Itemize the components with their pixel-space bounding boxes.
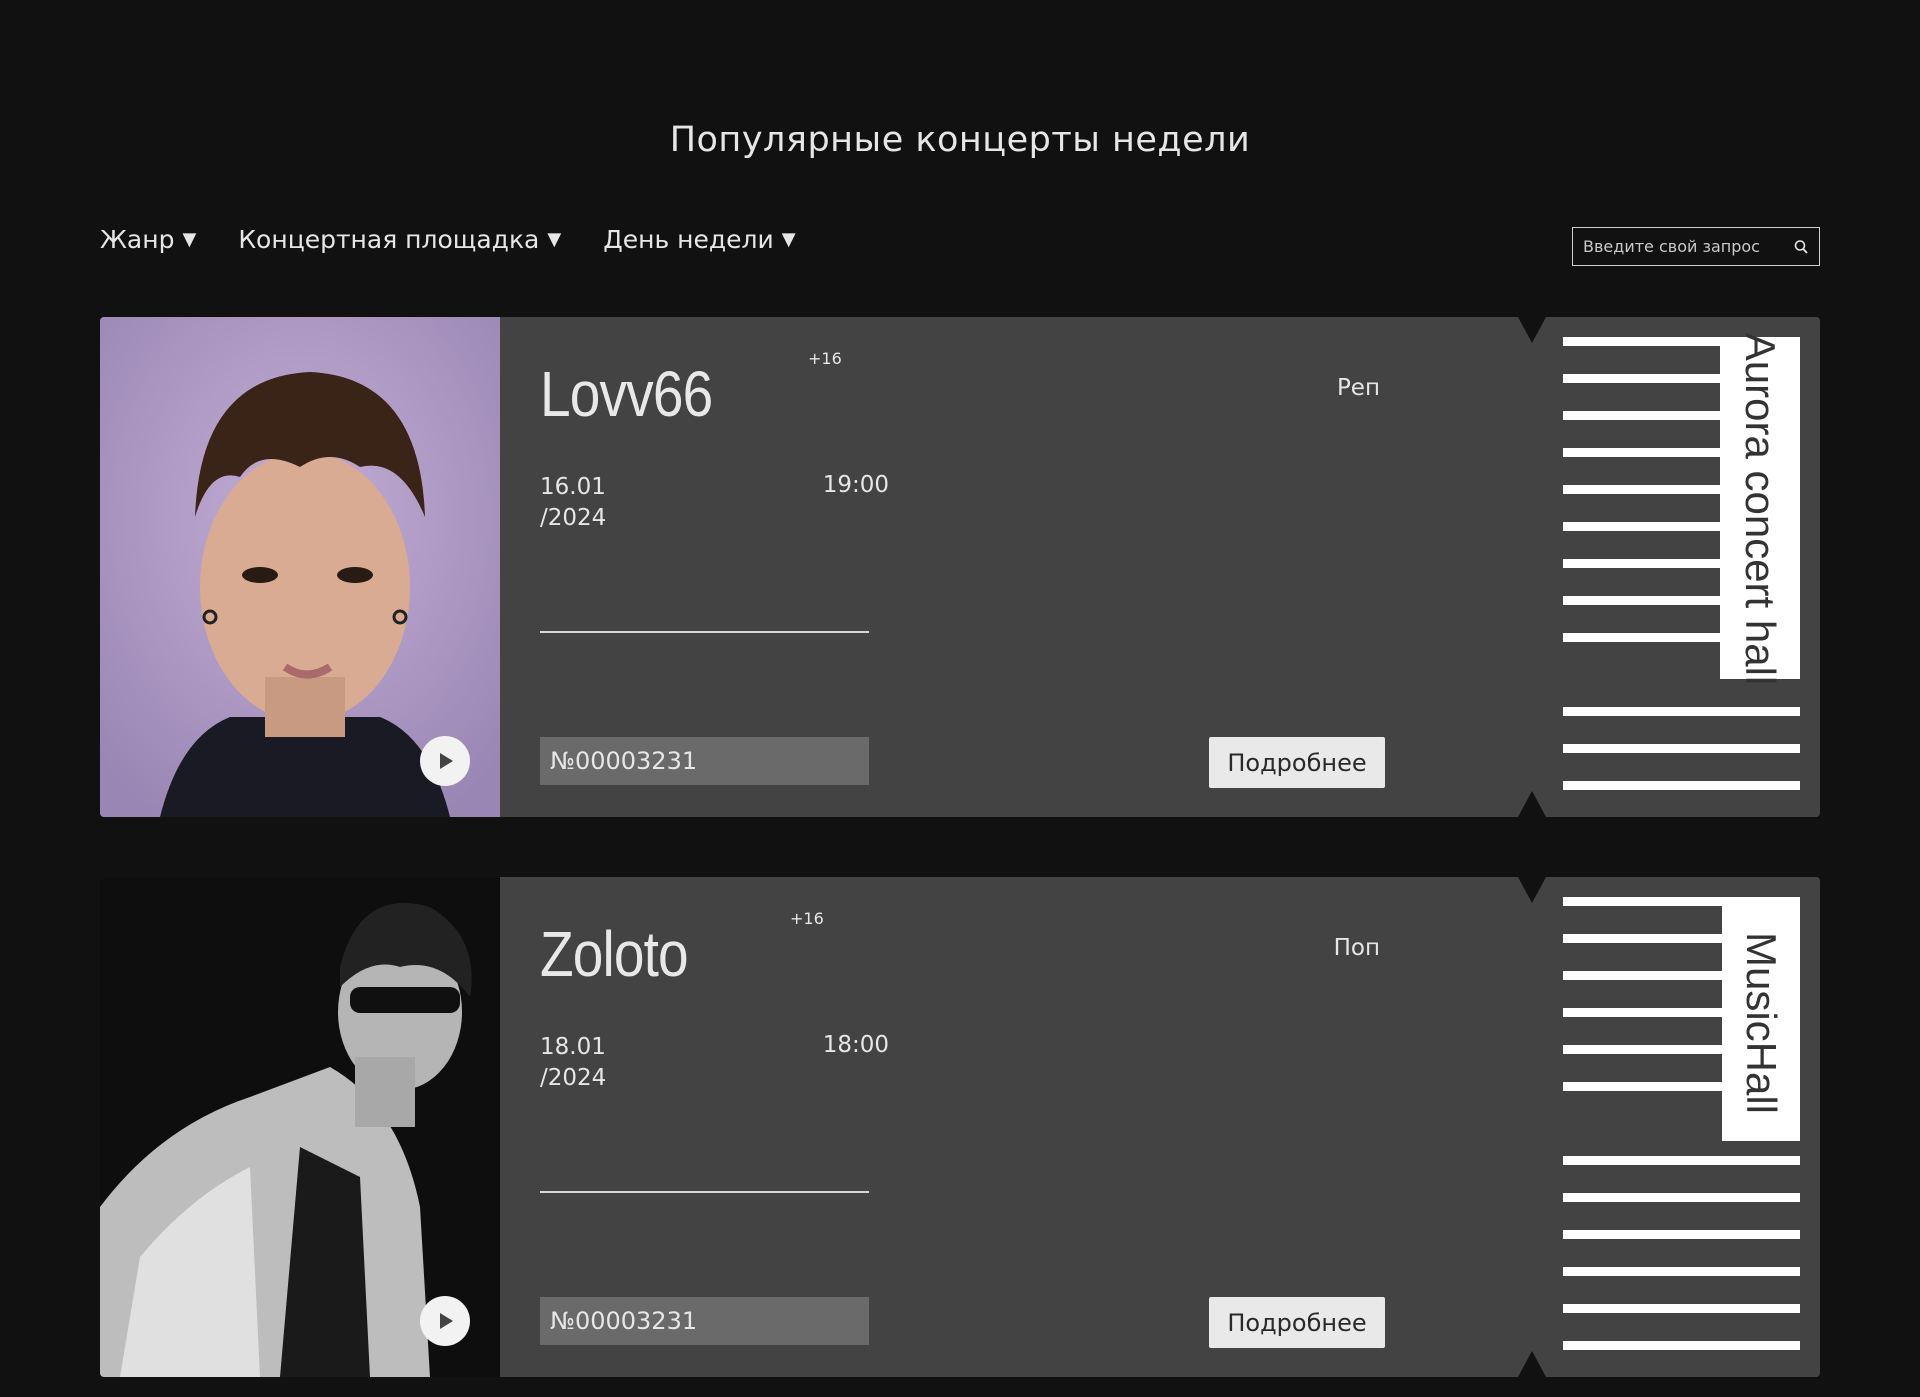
search-box xyxy=(1572,227,1820,266)
play-button[interactable] xyxy=(420,1296,470,1346)
concert-time: 19:00 xyxy=(822,472,889,498)
divider xyxy=(540,1191,869,1193)
ticket-number: №00003231 xyxy=(540,737,869,785)
age-rating: +16 xyxy=(790,909,824,928)
concert-time: 18:00 xyxy=(822,1032,889,1058)
ticket-number: №00003231 xyxy=(540,1297,869,1345)
ticket-stub: MusicHall xyxy=(1543,877,1820,1377)
genre-label: Поп xyxy=(1333,935,1380,961)
caret-down-icon: ▼ xyxy=(781,229,796,250)
ticket-stub: Aurora concert hall xyxy=(1543,317,1820,817)
page-title: Популярные концерты недели xyxy=(669,120,1251,160)
filter-weekday[interactable]: День недели ▼ xyxy=(603,225,795,254)
concert-ticket: Zoloto +16 Поп 18.01 /2024 18:00 №000032… xyxy=(100,877,1820,1377)
venue-label-box: Aurora concert hall xyxy=(1720,333,1800,685)
date-year: /2024 xyxy=(540,1065,607,1091)
venue-name: MusicHall xyxy=(1738,931,1785,1115)
concert-date: 18.01 /2024 xyxy=(540,1032,606,1094)
filter-weekday-label: День недели xyxy=(603,225,774,254)
ticket-notch-top xyxy=(1518,877,1546,903)
filter-venue[interactable]: Концертная площадка ▼ xyxy=(238,225,561,254)
concert-ticket: Lovv66 +16 Реп 16.01 /2024 19:00 №000032… xyxy=(100,317,1820,817)
play-icon xyxy=(440,1313,453,1329)
date-year: /2024 xyxy=(540,505,607,531)
venue-label-box: MusicHall xyxy=(1722,905,1800,1141)
date-day: 16.01 xyxy=(540,474,606,500)
artist-name: Lovv66 xyxy=(540,358,713,430)
play-icon xyxy=(440,753,453,769)
date-day: 18.01 xyxy=(540,1034,606,1060)
ticket-notch-bottom xyxy=(1518,791,1546,817)
ticket-notch-top xyxy=(1518,317,1546,343)
age-rating: +16 xyxy=(808,349,842,368)
ticket-notch-bottom xyxy=(1518,1351,1546,1377)
filter-genre-label: Жанр xyxy=(100,225,175,254)
divider xyxy=(540,631,869,633)
genre-label: Реп xyxy=(1336,375,1380,401)
caret-down-icon: ▼ xyxy=(547,229,562,250)
filter-bar: Жанр ▼ Концертная площадка ▼ День недели… xyxy=(100,225,796,254)
search-input[interactable] xyxy=(1583,237,1793,256)
stub-edge xyxy=(1800,877,1820,1377)
filter-genre[interactable]: Жанр ▼ xyxy=(100,225,196,254)
filter-venue-label: Концертная площадка xyxy=(238,225,540,254)
venue-name: Aurora concert hall xyxy=(1737,332,1784,686)
concert-date: 16.01 /2024 xyxy=(540,472,606,534)
stub-edge xyxy=(1800,317,1820,817)
search-icon[interactable] xyxy=(1793,239,1809,255)
play-button[interactable] xyxy=(420,736,470,786)
caret-down-icon: ▼ xyxy=(182,229,197,250)
details-button[interactable]: Подробнее xyxy=(1209,737,1385,788)
details-button[interactable]: Подробнее xyxy=(1209,1297,1385,1348)
artist-name: Zoloto xyxy=(540,918,689,990)
